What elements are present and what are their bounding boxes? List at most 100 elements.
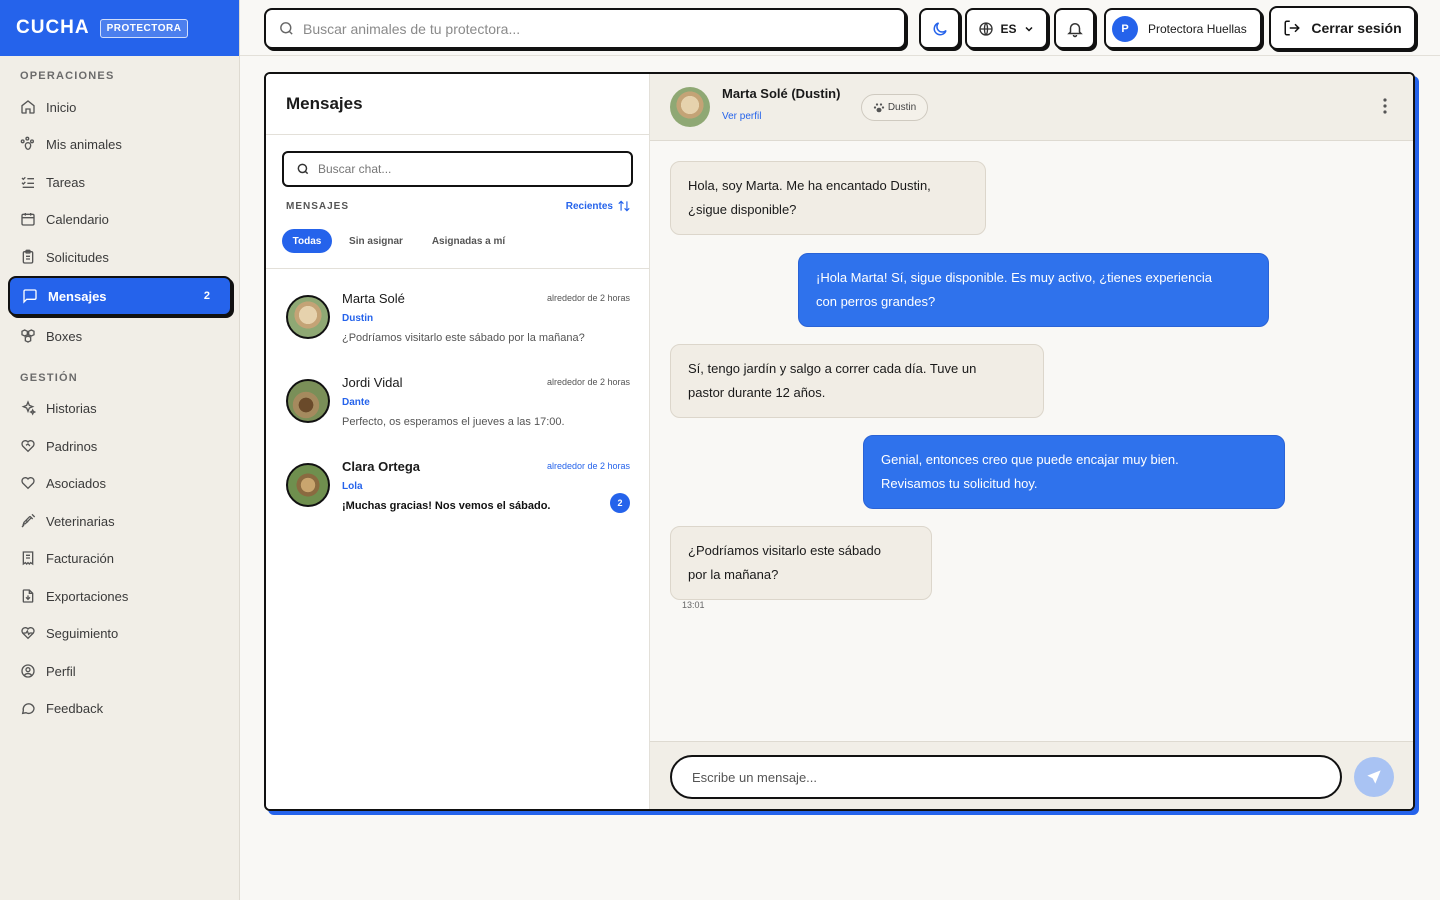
message-line: Hola, soy Marta. Me ha encantado Dustin, [688, 178, 931, 193]
message-input[interactable] [692, 769, 1312, 785]
sidebar-item-label: Tareas [46, 174, 86, 190]
view-profile-link[interactable]: Ver perfil [722, 111, 761, 122]
conversation-name: Marta Solé [342, 291, 405, 306]
filter-todas[interactable]: Todas [282, 229, 332, 253]
receipt-icon [22, 551, 34, 566]
user-name: Protectora Huellas [1148, 21, 1247, 36]
bell-icon [1066, 22, 1083, 37]
sidebar-item-label: Asociados [46, 475, 106, 491]
section-title-gestion: GESTIÓN [20, 372, 78, 384]
sidebar-item-label: Perfil [46, 663, 76, 679]
sidebar-item-label: Veterinarias [46, 513, 115, 529]
conversation-name: Clara Ortega [342, 459, 421, 474]
section-title-operaciones: OPERACIONES [20, 70, 115, 82]
message-bubble-outgoing: ¡Hola Marta! Sí, sigue disponible. Es mu… [798, 253, 1269, 327]
file-download-icon [22, 589, 34, 603]
section-label: MENSAJES [286, 201, 350, 212]
sidebar-item-mis-animales[interactable]: Mis animales [8, 125, 232, 163]
heart-handshake-icon [21, 440, 35, 453]
sidebar-item-calendario[interactable]: Calendario [8, 200, 232, 238]
sidebar-item-boxes[interactable]: Boxes [8, 317, 232, 355]
heart-icon [21, 477, 35, 490]
sidebar: CUCHA PROTECTORA OPERACIONES Inicio Mis … [0, 0, 240, 900]
sparkles-icon [21, 400, 36, 416]
sidebar-item-inicio[interactable]: Inicio [8, 88, 232, 126]
message-circle-icon [21, 703, 35, 715]
conversation-item[interactable]: Marta Solé alrededor de 2 horas Dustin ¿… [266, 275, 650, 359]
sidebar-item-label: Mensajes [48, 288, 107, 304]
logout-icon [1284, 20, 1301, 36]
search-icon [297, 163, 309, 175]
message-line: ¡Hola Marta! Sí, sigue disponible. Es mu… [816, 270, 1212, 285]
home-icon [21, 100, 35, 114]
send-button[interactable] [1354, 757, 1394, 797]
sidebar-item-label: Facturación [46, 550, 114, 566]
conversation-animal: Dustin [342, 313, 374, 324]
conversation-time: alrededor de 2 horas [546, 293, 630, 303]
sidebar-item-label: Boxes [46, 328, 83, 344]
animal-tag-label: Dustin [887, 102, 917, 113]
message-line: por la mañana? [688, 567, 779, 582]
user-circle-icon [21, 664, 35, 678]
animal-search-input[interactable] [303, 20, 883, 37]
sidebar-item-facturacion[interactable]: Facturación [8, 539, 232, 577]
sidebar-item-label: Padrinos [46, 438, 98, 454]
message-line: Genial, entonces creo que puede encajar … [881, 452, 1179, 467]
sidebar-item-asociados[interactable]: Asociados [8, 464, 232, 502]
divider [266, 134, 650, 135]
brand-badge: PROTECTORA [99, 18, 189, 38]
message-line: ¿sigue disponible? [688, 202, 797, 217]
more-vertical-icon [1383, 98, 1387, 114]
message-line: pastor durante 12 años. [688, 385, 826, 400]
message-bubble-incoming: Hola, soy Marta. Me ha encantado Dustin,… [670, 161, 986, 235]
chat-search-input[interactable] [318, 162, 618, 176]
message-bubble-incoming: Sí, tengo jardín y salgo a correr cada d… [670, 344, 1044, 418]
message-line: con perros grandes? [816, 294, 936, 309]
animal-search-box[interactable] [264, 8, 906, 49]
topbar: ES P Protectora Huellas Cerrar sesión [240, 0, 1440, 56]
brand-header[interactable]: CUCHA PROTECTORA [0, 0, 239, 56]
more-options-button[interactable] [1383, 98, 1387, 119]
search-icon [280, 22, 293, 35]
conversation-item[interactable]: Jordi Vidal alrededor de 2 horas Dante P… [266, 359, 650, 443]
sidebar-item-seguimiento[interactable]: Seguimiento [8, 614, 232, 652]
chevron-down-icon [1024, 26, 1033, 32]
dark-mode-toggle[interactable] [919, 8, 960, 49]
conversation-item[interactable]: Clara Ortega alrededor de 2 horas Lola ¡… [266, 443, 650, 527]
message-square-icon [23, 289, 37, 304]
sidebar-item-perfil[interactable]: Perfil [8, 652, 232, 690]
filter-asignadas-a-mi[interactable]: Asignadas a mí [424, 229, 513, 253]
sidebar-item-mensajes[interactable]: Mensajes 2 [8, 276, 232, 316]
message-line: ¿Podríamos visitarlo este sábado [688, 543, 881, 558]
animal-tag[interactable]: Dustin [861, 94, 928, 121]
message-timestamp: 13:01 [682, 600, 705, 610]
sidebar-item-feedback[interactable]: Feedback [8, 689, 232, 727]
notifications-button[interactable] [1054, 8, 1095, 49]
language-code: ES [1000, 21, 1017, 36]
conversation-preview: Perfecto, os esperamos el jueves a las 1… [342, 416, 565, 428]
sidebar-item-padrinos[interactable]: Padrinos [8, 427, 232, 465]
sort-button[interactable]: Recientes [566, 200, 631, 212]
message-input-box[interactable] [670, 755, 1342, 799]
logout-button[interactable]: Cerrar sesión [1269, 6, 1416, 50]
sidebar-item-veterinarias[interactable]: Veterinarias [8, 502, 232, 540]
user-menu-button[interactable]: P Protectora Huellas [1104, 8, 1262, 49]
conversation-time: alrededor de 2 horas [546, 377, 630, 387]
filter-sin-asignar[interactable]: Sin asignar [342, 229, 410, 253]
language-selector[interactable]: ES [965, 8, 1048, 49]
sidebar-item-historias[interactable]: Historias [8, 389, 232, 427]
message-composer [650, 741, 1413, 809]
sidebar-item-solicitudes[interactable]: Solicitudes [8, 238, 232, 276]
sidebar-item-exportaciones[interactable]: Exportaciones [8, 577, 232, 615]
sidebar-item-label: Feedback [46, 700, 104, 716]
send-icon [1367, 770, 1381, 784]
sidebar-item-label: Calendario [46, 211, 109, 227]
conversation-animal: Lola [342, 481, 363, 492]
avatar [286, 379, 330, 423]
sidebar-item-tareas[interactable]: Tareas [8, 163, 232, 201]
sort-label: Recientes [565, 200, 613, 212]
conversation-preview: ¿Podríamos visitarlo este sábado por la … [342, 332, 585, 344]
calendar-icon [21, 213, 35, 226]
message-line: Sí, tengo jardín y salgo a correr cada d… [688, 361, 977, 376]
chat-search-box[interactable] [282, 151, 633, 187]
